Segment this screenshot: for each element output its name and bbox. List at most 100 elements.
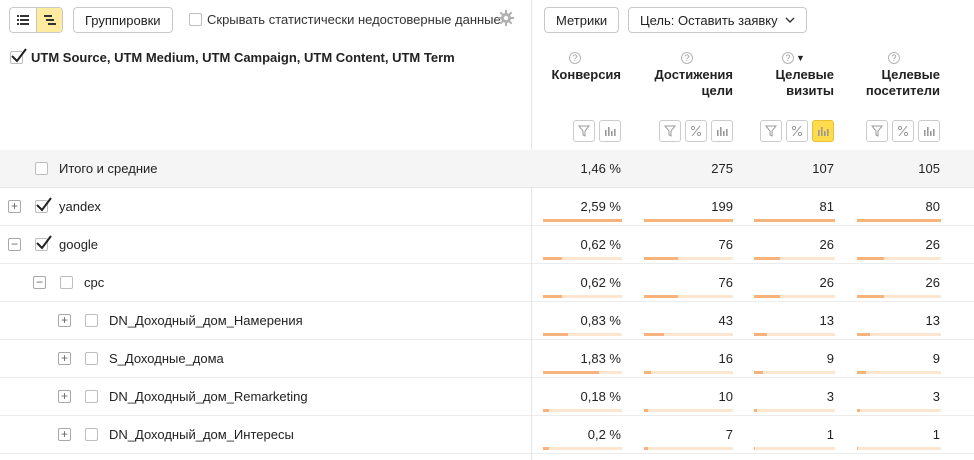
column-header[interactable]: ?О [880,52,974,152]
metric-bar-fill [754,371,763,374]
metric-value: 1,83 % [580,351,621,366]
percent-button[interactable] [685,120,707,142]
percent-button[interactable] [786,120,808,142]
totals-row[interactable]: Итого и средние 1,46 % 275 107 105 [0,150,974,188]
column-header[interactable]: ? ▼ Целевые визиты [724,52,834,152]
row-checkbox[interactable] [60,276,73,289]
metric-bar [857,447,941,450]
expand-icon[interactable]: + [58,314,71,327]
column-header[interactable]: ? Конверсия [511,52,621,152]
dimensions-checkbox[interactable] [10,48,27,64]
metric-bar [857,409,941,412]
expand-icon[interactable]: + [58,390,71,403]
metric-bar [857,219,941,222]
help-icon[interactable]: ? [782,52,794,64]
metric-bar [857,257,941,260]
metric-bar [543,371,622,374]
metric-bar [754,295,835,298]
metrics-label: Метрики [556,12,608,28]
row-label[interactable]: google [59,237,98,252]
table-row[interactable]: − cpc 0,62 % 76 26 26 [0,264,974,302]
gear-icon[interactable] [498,10,514,26]
filter-button[interactable] [760,120,782,142]
metric-bar [857,371,941,374]
row-label[interactable]: yandex [59,199,101,214]
percent-icon [690,125,702,137]
metric-bar [644,257,733,260]
goal-select[interactable]: Цель: Оставить заявку [628,7,807,33]
metric-bar-fill [857,219,941,222]
metric-bar [754,371,835,374]
hide-unreliable-toggle[interactable]: Скрывать статистически недостоверные дан… [189,12,501,27]
groupings-button[interactable]: Группировки [73,7,173,33]
list-view-button[interactable] [10,8,36,32]
sort-desc-icon[interactable]: ▼ [796,53,805,63]
table-row[interactable]: + DN_Доходный_дом_Интересы 0,2 % 7 1 1 [0,416,974,454]
metric-value: 105 [918,161,940,176]
metric-bar-fill [754,295,780,298]
table-row[interactable]: − google 0,62 % 76 26 26 [0,226,974,264]
table-row[interactable]: + DN_Доходный_дом_Remarketing 0,18 % 10 3 3 [0,378,974,416]
metric-bar-fill [857,447,858,450]
metric-bar-fill [644,219,733,222]
row-checkbox[interactable] [85,390,98,403]
metric-bar-fill [543,447,549,450]
report-toolbar: Группировки Скрывать статистически недос… [0,0,974,40]
row-checkbox[interactable] [85,428,98,441]
filter-icon [578,125,590,137]
help-icon[interactable]: ? [569,52,581,64]
collapse-icon[interactable]: − [33,276,46,289]
row-label[interactable]: DN_Доходный_дом_Интересы [109,427,294,442]
column-header[interactable]: ? Достижения цели [623,52,733,152]
metric-bar-fill [543,219,622,222]
filter-icon [664,125,676,137]
table-row[interactable]: + DN_Доходный_дом_Намерения 0,83 % 43 13 13 [0,302,974,340]
metric-value: 9 [826,351,834,366]
filter-button[interactable] [573,120,595,142]
column-title: Достижения цели [655,67,733,99]
hide-unreliable-checkbox[interactable] [189,13,202,26]
collapse-icon[interactable]: − [8,238,21,251]
metric-bar [644,295,733,298]
row-checkbox[interactable] [35,162,48,175]
row-label[interactable]: S_Доходные_дома [109,351,224,366]
metric-value: 199 [711,199,733,214]
metric-bar [644,371,733,374]
metric-value: 1 [826,427,834,442]
filter-button[interactable] [659,120,681,142]
column-title-line: цели [701,83,733,98]
metric-bar [644,447,733,450]
metric-value: 16 [718,351,733,366]
metric-bar-fill [543,409,549,412]
expand-icon[interactable]: + [58,352,71,365]
help-icon[interactable]: ? [681,52,693,64]
row-checkbox[interactable] [35,197,52,213]
metric-value: 7 [725,427,733,442]
expand-icon[interactable]: + [8,200,21,213]
tree-view-button[interactable] [36,8,62,32]
expand-icon[interactable]: + [58,428,71,441]
metric-value: 275 [711,161,733,176]
tree-icon [43,15,56,25]
column-tools [573,120,621,142]
metric-bar [754,257,835,260]
metrics-button[interactable]: Метрики [544,7,620,33]
chart-button[interactable] [599,120,621,142]
column-title: Конверсия [551,67,621,83]
row-checkbox[interactable] [85,314,98,327]
column-title: Целевые визиты [775,67,834,99]
table-row[interactable]: + yandex 2,59 % 199 81 80 [0,188,974,226]
row-checkbox[interactable] [85,352,98,365]
metric-value: 81 [819,199,834,214]
table-row[interactable]: + S_Доходные_дома 1,83 % 16 9 9 [0,340,974,378]
filter-icon [765,125,777,137]
row-label[interactable]: DN_Доходный_дом_Remarketing [109,389,308,404]
row-label[interactable]: DN_Доходный_дом_Намерения [109,313,303,328]
metric-bar [754,333,835,336]
row-checkbox[interactable] [35,235,52,251]
dimensions-header: UTM Source, UTM Medium, UTM Campaign, UT… [10,48,455,65]
chart-icon [818,127,829,136]
metric-value: 10 [718,389,733,404]
row-label[interactable]: cpc [84,275,104,290]
metric-bar [857,333,941,336]
